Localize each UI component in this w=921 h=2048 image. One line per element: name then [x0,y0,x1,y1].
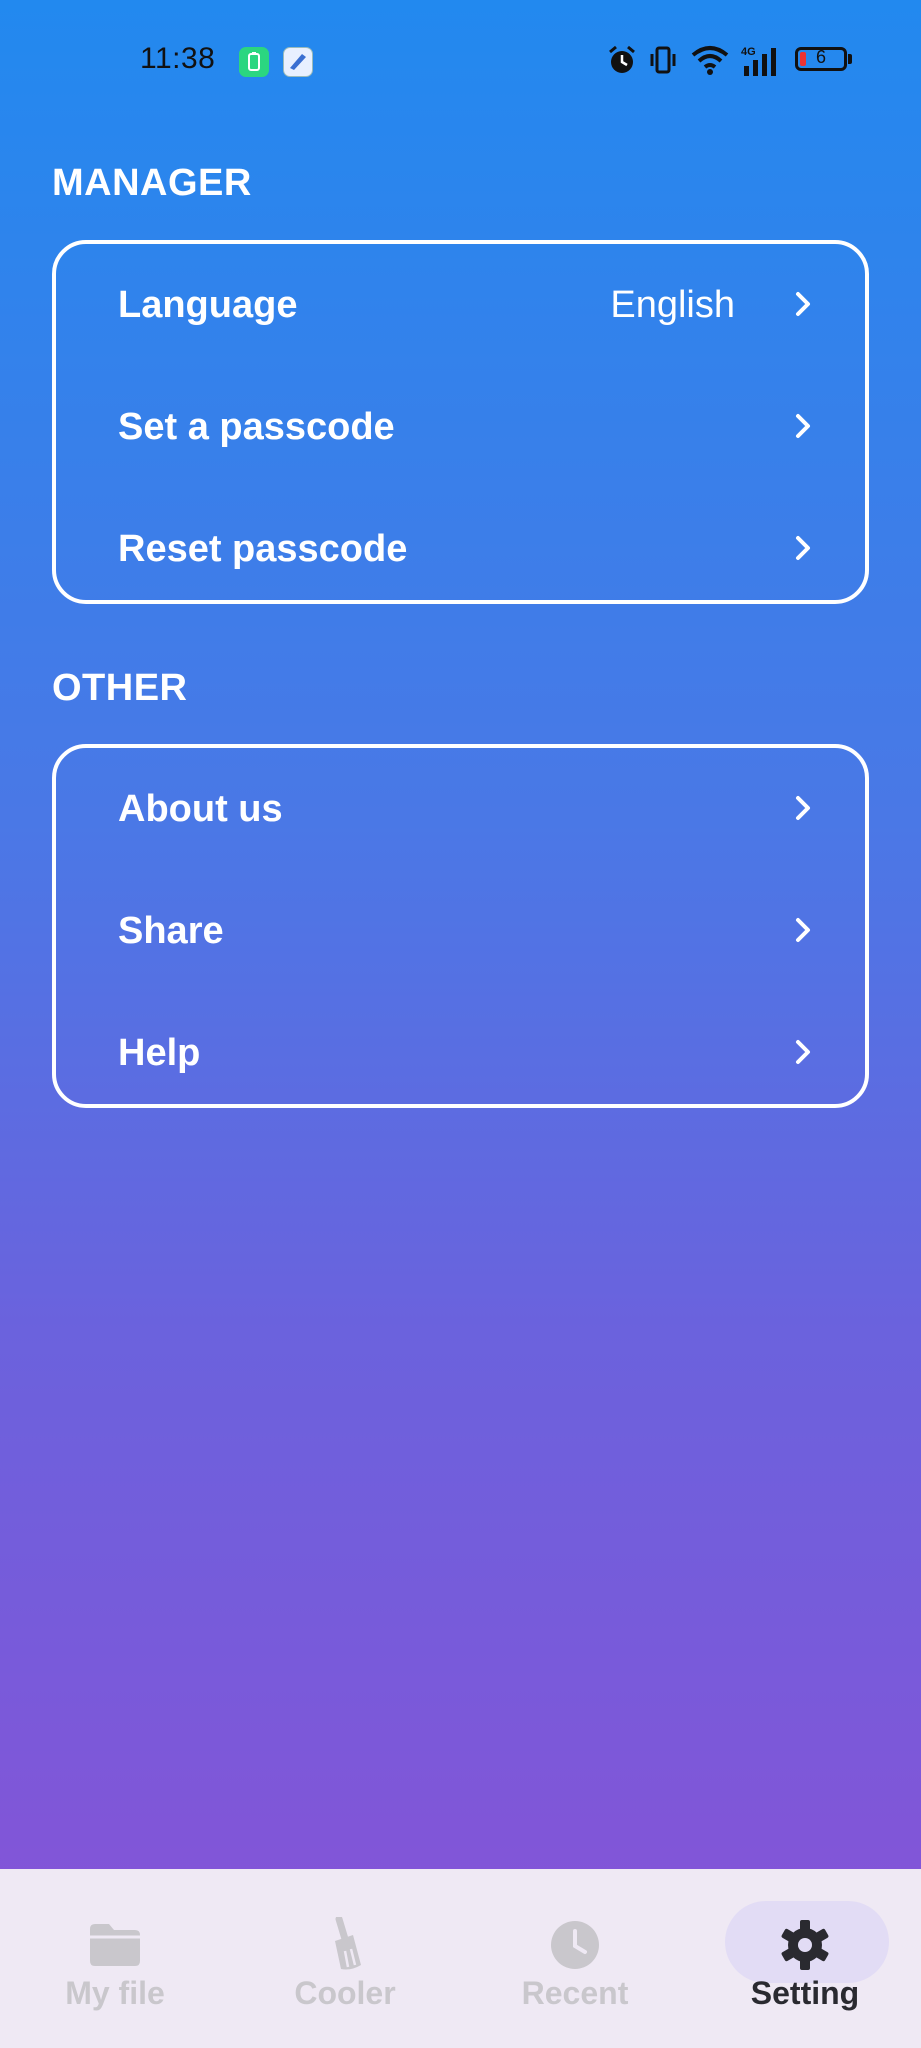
chevron-right-icon [796,536,810,560]
gear-icon [781,1920,829,1970]
chevron-right-icon [796,918,810,942]
status-time: 11:38 [140,42,216,75]
reset-passcode-row[interactable]: Reset passcode [56,488,865,610]
app-notification-icon [283,47,313,77]
set-passcode-label: Set a passcode [118,406,395,448]
battery-level: 6 [815,47,826,67]
help-label: Help [118,1032,201,1074]
clock-icon [551,1921,599,1969]
bottom-nav: My file Cooler Recent Setting [0,1869,921,2048]
reset-passcode-label: Reset passcode [118,528,408,570]
battery-saver-app-icon [239,47,269,77]
wifi-icon [691,46,729,75]
language-label: Language [118,284,298,326]
nav-item-cooler[interactable]: Cooler [230,1869,460,2048]
nav-item-recent[interactable]: Recent [460,1869,690,2048]
chevron-right-icon [796,292,810,316]
language-value: English [610,284,735,326]
nav-label-recent: Recent [521,1975,629,2011]
status-bar: 11:38 4G 6 [0,0,921,120]
set-passcode-row[interactable]: Set a passcode [56,366,865,488]
folder-icon [90,1924,140,1966]
nav-label-my-file: My file [65,1975,165,2011]
section-title-other: OTHER [52,667,188,709]
nav-label-cooler: Cooler [294,1975,396,2011]
broom-icon [335,1917,361,1970]
chevron-right-icon [796,796,810,820]
manager-card: Language English Set a passcode Reset pa… [52,240,869,604]
svg-text:4G: 4G [741,46,756,58]
section-title-manager: MANAGER [52,162,252,204]
alarm-icon [609,45,635,73]
chevron-right-icon [796,1040,810,1064]
nav-item-my-file[interactable]: My file [0,1869,230,2048]
chevron-right-icon [796,414,810,438]
about-us-row[interactable]: About us [56,748,865,870]
vibrate-icon [650,46,676,74]
share-label: Share [118,910,224,952]
other-card: About us Share Help [52,744,869,1108]
language-row[interactable]: Language English [56,244,865,366]
nav-label-setting: Setting [750,1975,860,2011]
share-row[interactable]: Share [56,870,865,992]
nav-item-setting[interactable]: Setting [690,1869,920,2048]
help-row[interactable]: Help [56,992,865,1114]
battery-icon: 6 [795,47,847,71]
about-us-label: About us [118,788,283,830]
cellular-signal-4g-icon: 4G [741,46,776,76]
